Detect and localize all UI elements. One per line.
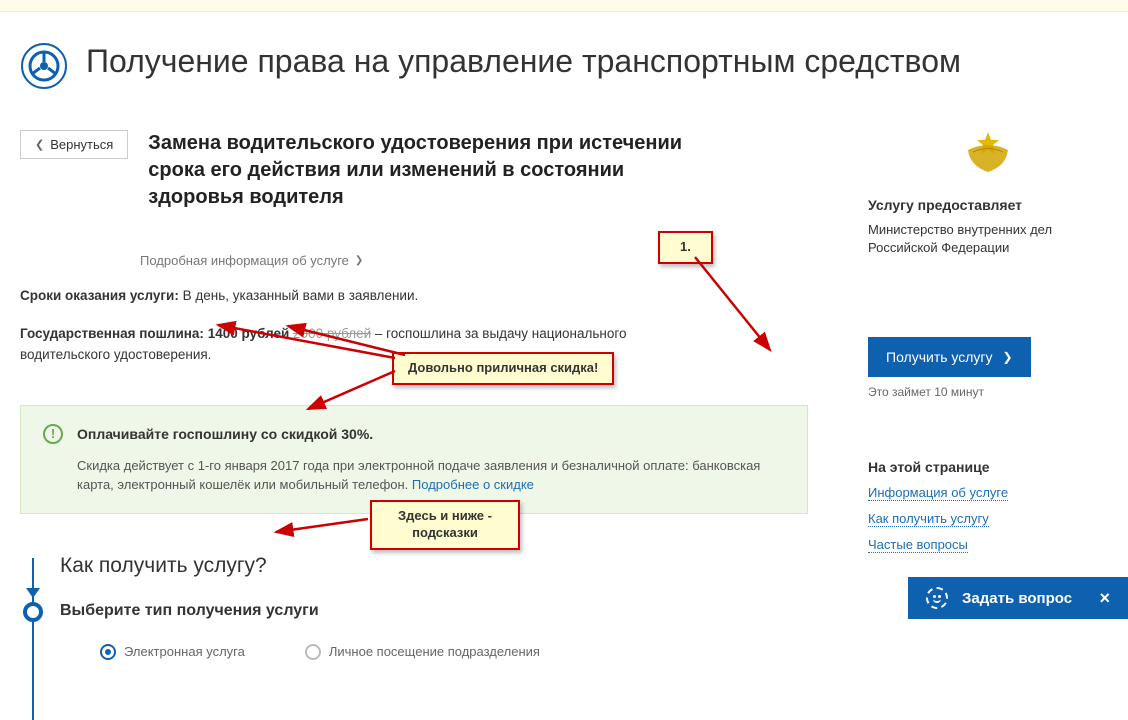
how-heading: Как получить услугу? xyxy=(60,554,808,578)
how-to-section: Как получить услугу? Выберите тип получе… xyxy=(20,554,808,660)
steering-wheel-icon xyxy=(20,42,68,90)
info-icon: ! xyxy=(43,424,63,444)
toc-link-howto[interactable]: Как получить услугу xyxy=(868,511,989,527)
step1-title: Выберите тип получения услуги xyxy=(60,602,808,620)
close-icon[interactable]: × xyxy=(1099,588,1110,609)
step-line xyxy=(32,558,34,720)
page-header: Получение права на управление транспортн… xyxy=(20,42,1108,90)
back-button[interactable]: ❮ Вернуться xyxy=(20,130,128,159)
discount-title: Оплачивайте госпошлину со скидкой 30%. xyxy=(77,426,373,442)
toc-link-faq[interactable]: Частые вопросы xyxy=(868,537,968,553)
old-price: 2000 рублей xyxy=(293,326,371,341)
provides-label: Услугу предоставляет xyxy=(868,197,1108,213)
top-banner xyxy=(0,0,1128,12)
on-page-label: На этой странице xyxy=(868,459,1108,475)
provider-name: Министерство внутренних дел Российской Ф… xyxy=(868,221,1108,257)
radio-in-person[interactable]: Личное посещение подразделения xyxy=(305,644,540,660)
annotation-hints: Здесь и ниже - подсказки xyxy=(370,500,520,550)
chevron-right-icon: ❯ xyxy=(1003,350,1013,364)
discount-more-link[interactable]: Подробнее о скидке xyxy=(412,477,534,492)
service-title: Замена водительского удостоверения при и… xyxy=(148,130,688,211)
chevron-right-icon: ❯ xyxy=(355,255,363,266)
chevron-left-icon: ❮ xyxy=(35,138,44,151)
discount-banner: ! Оплачивайте госпошлину со скидкой 30%.… xyxy=(20,405,808,514)
radio-off-icon xyxy=(305,644,321,660)
chat-widget[interactable]: Задать вопрос × xyxy=(908,577,1128,619)
back-label: Вернуться xyxy=(50,137,113,152)
annotation-discount: Довольно приличная скидка! xyxy=(392,352,614,385)
chat-face-icon xyxy=(926,587,948,609)
get-service-button[interactable]: Получить услугу ❯ xyxy=(868,337,1031,377)
annotation-1: 1. xyxy=(658,231,713,264)
chat-label: Задать вопрос xyxy=(962,590,1072,607)
emblem-icon xyxy=(868,130,1108,177)
details-link[interactable]: Подробная информация об услуге ❯ xyxy=(140,253,363,268)
timing-line: Сроки оказания услуги: В день, указанный… xyxy=(20,286,808,306)
page-title: Получение права на управление транспортн… xyxy=(86,42,961,80)
cta-note: Это займет 10 минут xyxy=(868,385,1108,399)
toc-link-info[interactable]: Информация об услуге xyxy=(868,485,1008,501)
radio-on-icon xyxy=(100,644,116,660)
radio-electronic[interactable]: Электронная услуга xyxy=(100,644,245,660)
arrow-down-icon xyxy=(26,588,40,598)
